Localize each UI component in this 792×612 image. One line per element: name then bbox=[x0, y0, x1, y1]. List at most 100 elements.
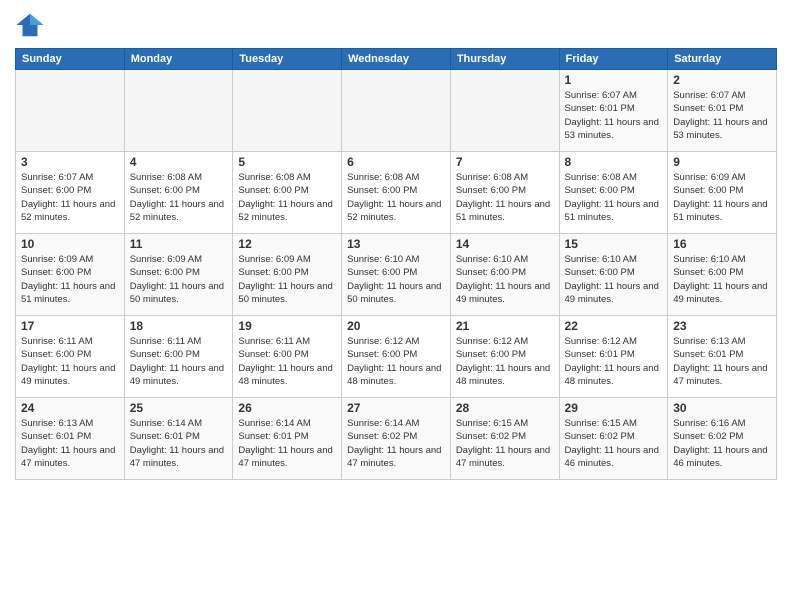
day-number: 21 bbox=[456, 319, 554, 333]
day-number: 11 bbox=[130, 237, 228, 251]
day-number: 2 bbox=[673, 73, 771, 87]
day-info: Sunrise: 6:13 AM Sunset: 6:01 PM Dayligh… bbox=[21, 417, 119, 470]
day-cell: 3Sunrise: 6:07 AM Sunset: 6:00 PM Daylig… bbox=[16, 152, 125, 234]
day-info: Sunrise: 6:15 AM Sunset: 6:02 PM Dayligh… bbox=[456, 417, 554, 470]
day-info: Sunrise: 6:12 AM Sunset: 6:01 PM Dayligh… bbox=[565, 335, 663, 388]
day-info: Sunrise: 6:09 AM Sunset: 6:00 PM Dayligh… bbox=[673, 171, 771, 224]
day-number: 3 bbox=[21, 155, 119, 169]
day-cell: 28 Sunrise: 6:15 AM Sunset: 6:02 PM Dayli… bbox=[450, 398, 559, 480]
day-number: 9 bbox=[673, 155, 771, 169]
day-info: Sunrise: 6:09 AM Sunset: 6:00 PM Dayligh… bbox=[238, 253, 336, 306]
day-cell: 1Sunrise: 6:07 AM Sunset: 6:01 PM Daylig… bbox=[559, 70, 668, 152]
calendar-table: Sunday Monday Tuesday Wednesday Thursday… bbox=[15, 48, 777, 480]
col-saturday: Saturday bbox=[668, 49, 777, 70]
day-cell bbox=[233, 70, 342, 152]
day-number: 29 bbox=[565, 401, 663, 415]
week-row-2: 3Sunrise: 6:07 AM Sunset: 6:00 PM Daylig… bbox=[16, 152, 777, 234]
day-number: 14 bbox=[456, 237, 554, 251]
week-row-5: 24 Sunrise: 6:13 AM Sunset: 6:01 PM Dayli… bbox=[16, 398, 777, 480]
day-cell: 2 Sunrise: 6:07 AM Sunset: 6:01 PM Daylig… bbox=[668, 70, 777, 152]
day-number: 13 bbox=[347, 237, 445, 251]
col-thursday: Thursday bbox=[450, 49, 559, 70]
day-cell: 20Sunrise: 6:12 AM Sunset: 6:00 PM Dayli… bbox=[342, 316, 451, 398]
day-cell: 7 Sunrise: 6:08 AM Sunset: 6:00 PM Daylig… bbox=[450, 152, 559, 234]
day-info: Sunrise: 6:15 AM Sunset: 6:02 PM Dayligh… bbox=[565, 417, 663, 470]
day-cell: 17 Sunrise: 6:11 AM Sunset: 6:00 PM Dayli… bbox=[16, 316, 125, 398]
day-info: Sunrise: 6:11 AM Sunset: 6:00 PM Dayligh… bbox=[130, 335, 228, 388]
day-number: 30 bbox=[673, 401, 771, 415]
day-info: Sunrise: 6:11 AM Sunset: 6:00 PM Dayligh… bbox=[238, 335, 336, 388]
day-info: Sunrise: 6:08 AM Sunset: 6:00 PM Dayligh… bbox=[565, 171, 663, 224]
day-number: 27 bbox=[347, 401, 445, 415]
day-cell: 14 Sunrise: 6:10 AM Sunset: 6:00 PM Dayli… bbox=[450, 234, 559, 316]
col-monday: Monday bbox=[124, 49, 233, 70]
day-info: Sunrise: 6:16 AM Sunset: 6:02 PM Dayligh… bbox=[673, 417, 771, 470]
day-info: Sunrise: 6:08 AM Sunset: 6:00 PM Dayligh… bbox=[130, 171, 228, 224]
day-cell bbox=[342, 70, 451, 152]
day-cell: 18 Sunrise: 6:11 AM Sunset: 6:00 PM Dayli… bbox=[124, 316, 233, 398]
day-info: Sunrise: 6:10 AM Sunset: 6:00 PM Dayligh… bbox=[347, 253, 445, 306]
calendar-header: Sunday Monday Tuesday Wednesday Thursday… bbox=[16, 49, 777, 70]
day-number: 7 bbox=[456, 155, 554, 169]
day-cell: 23 Sunrise: 6:13 AM Sunset: 6:01 PM Dayli… bbox=[668, 316, 777, 398]
day-info: Sunrise: 6:14 AM Sunset: 6:01 PM Dayligh… bbox=[130, 417, 228, 470]
day-number: 24 bbox=[21, 401, 119, 415]
day-cell: 19Sunrise: 6:11 AM Sunset: 6:00 PM Dayli… bbox=[233, 316, 342, 398]
day-cell: 26 Sunrise: 6:14 AM Sunset: 6:01 PM Dayli… bbox=[233, 398, 342, 480]
day-cell: 30 Sunrise: 6:16 AM Sunset: 6:02 PM Dayli… bbox=[668, 398, 777, 480]
day-info: Sunrise: 6:08 AM Sunset: 6:00 PM Dayligh… bbox=[238, 171, 336, 224]
day-number: 4 bbox=[130, 155, 228, 169]
day-number: 17 bbox=[21, 319, 119, 333]
day-number: 6 bbox=[347, 155, 445, 169]
day-cell: 22 Sunrise: 6:12 AM Sunset: 6:01 PM Dayli… bbox=[559, 316, 668, 398]
day-info: Sunrise: 6:12 AM Sunset: 6:00 PM Dayligh… bbox=[456, 335, 554, 388]
day-info: Sunrise: 6:09 AM Sunset: 6:00 PM Dayligh… bbox=[130, 253, 228, 306]
week-row-1: 1Sunrise: 6:07 AM Sunset: 6:01 PM Daylig… bbox=[16, 70, 777, 152]
logo-icon bbox=[15, 10, 45, 40]
week-row-3: 10 Sunrise: 6:09 AM Sunset: 6:00 PM Dayli… bbox=[16, 234, 777, 316]
day-cell bbox=[450, 70, 559, 152]
day-cell: 6 Sunrise: 6:08 AM Sunset: 6:00 PM Daylig… bbox=[342, 152, 451, 234]
day-info: Sunrise: 6:07 AM Sunset: 6:01 PM Dayligh… bbox=[673, 89, 771, 142]
day-info: Sunrise: 6:10 AM Sunset: 6:00 PM Dayligh… bbox=[565, 253, 663, 306]
header-row: Sunday Monday Tuesday Wednesday Thursday… bbox=[16, 49, 777, 70]
day-number: 12 bbox=[238, 237, 336, 251]
day-number: 16 bbox=[673, 237, 771, 251]
day-number: 22 bbox=[565, 319, 663, 333]
day-number: 26 bbox=[238, 401, 336, 415]
day-cell bbox=[124, 70, 233, 152]
day-number: 5 bbox=[238, 155, 336, 169]
day-cell: 16Sunrise: 6:10 AM Sunset: 6:00 PM Dayli… bbox=[668, 234, 777, 316]
col-tuesday: Tuesday bbox=[233, 49, 342, 70]
day-info: Sunrise: 6:12 AM Sunset: 6:00 PM Dayligh… bbox=[347, 335, 445, 388]
day-info: Sunrise: 6:09 AM Sunset: 6:00 PM Dayligh… bbox=[21, 253, 119, 306]
col-sunday: Sunday bbox=[16, 49, 125, 70]
day-cell: 4 Sunrise: 6:08 AM Sunset: 6:00 PM Daylig… bbox=[124, 152, 233, 234]
day-cell: 11 Sunrise: 6:09 AM Sunset: 6:00 PM Dayli… bbox=[124, 234, 233, 316]
logo bbox=[15, 10, 49, 40]
day-cell: 24 Sunrise: 6:13 AM Sunset: 6:01 PM Dayli… bbox=[16, 398, 125, 480]
calendar-page: Sunday Monday Tuesday Wednesday Thursday… bbox=[0, 0, 792, 612]
day-cell: 5 Sunrise: 6:08 AM Sunset: 6:00 PM Daylig… bbox=[233, 152, 342, 234]
calendar-body: 1Sunrise: 6:07 AM Sunset: 6:01 PM Daylig… bbox=[16, 70, 777, 480]
day-number: 28 bbox=[456, 401, 554, 415]
day-info: Sunrise: 6:11 AM Sunset: 6:00 PM Dayligh… bbox=[21, 335, 119, 388]
day-cell: 29 Sunrise: 6:15 AM Sunset: 6:02 PM Dayli… bbox=[559, 398, 668, 480]
week-row-4: 17 Sunrise: 6:11 AM Sunset: 6:00 PM Dayli… bbox=[16, 316, 777, 398]
day-info: Sunrise: 6:07 AM Sunset: 6:01 PM Dayligh… bbox=[565, 89, 663, 142]
day-number: 23 bbox=[673, 319, 771, 333]
day-info: Sunrise: 6:13 AM Sunset: 6:01 PM Dayligh… bbox=[673, 335, 771, 388]
day-info: Sunrise: 6:08 AM Sunset: 6:00 PM Dayligh… bbox=[456, 171, 554, 224]
day-cell: 12 Sunrise: 6:09 AM Sunset: 6:00 PM Dayli… bbox=[233, 234, 342, 316]
day-cell: 8Sunrise: 6:08 AM Sunset: 6:00 PM Daylig… bbox=[559, 152, 668, 234]
day-cell: 21 Sunrise: 6:12 AM Sunset: 6:00 PM Dayli… bbox=[450, 316, 559, 398]
day-info: Sunrise: 6:14 AM Sunset: 6:01 PM Dayligh… bbox=[238, 417, 336, 470]
day-cell: 27Sunrise: 6:14 AM Sunset: 6:02 PM Dayli… bbox=[342, 398, 451, 480]
day-cell bbox=[16, 70, 125, 152]
day-number: 15 bbox=[565, 237, 663, 251]
day-cell: 9 Sunrise: 6:09 AM Sunset: 6:00 PM Daylig… bbox=[668, 152, 777, 234]
day-number: 10 bbox=[21, 237, 119, 251]
day-info: Sunrise: 6:10 AM Sunset: 6:00 PM Dayligh… bbox=[456, 253, 554, 306]
day-info: Sunrise: 6:08 AM Sunset: 6:00 PM Dayligh… bbox=[347, 171, 445, 224]
day-number: 18 bbox=[130, 319, 228, 333]
